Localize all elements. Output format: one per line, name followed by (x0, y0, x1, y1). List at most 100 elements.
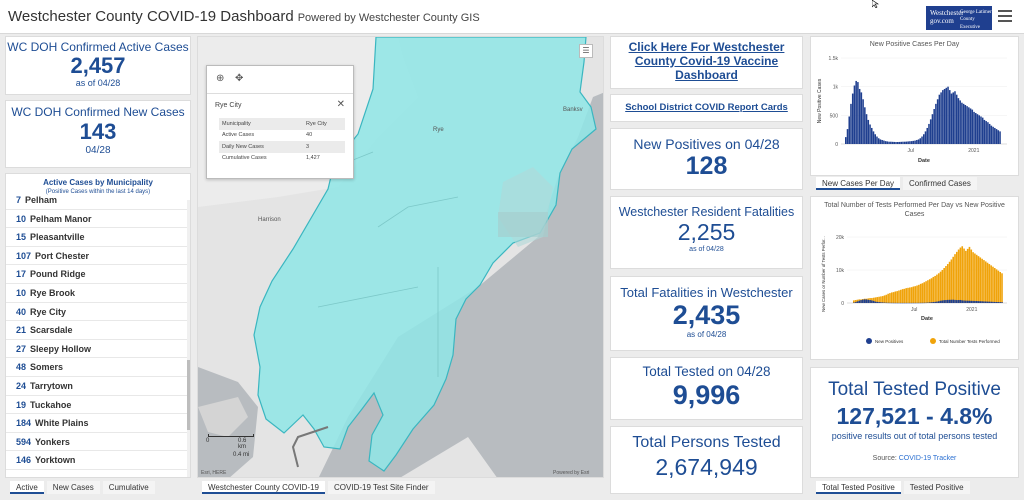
municipality-item[interactable]: 15 Pleasantville (6, 228, 189, 247)
positive-bar (995, 302, 998, 303)
positive-bar (954, 299, 956, 303)
vaccine-dashboard-link[interactable]: Click Here For Westchester County Covid-… (611, 40, 802, 82)
tested-positive-card: Total Tested Positive 127,521 - 4.8% pos… (810, 367, 1019, 478)
bar (928, 123, 930, 144)
test-bar (941, 270, 944, 303)
bar (897, 141, 899, 144)
test-bar (907, 287, 909, 303)
bar (879, 139, 882, 144)
bar (903, 141, 906, 144)
school-report-link[interactable]: School District COVID Report Cards (611, 102, 802, 113)
municipality-count: 17 (16, 269, 27, 280)
bar (893, 141, 896, 144)
chart2-title: Total Number of Tests Performed Per Day … (824, 202, 1005, 218)
test-bar (975, 254, 978, 303)
new-cases-chart[interactable]: 0 500 1k 1.5k Jul 2021 Date New Positive Cases (811, 48, 1020, 174)
tab-confirmed-cases[interactable]: Confirmed Cases (903, 177, 977, 190)
positive-bar (986, 301, 989, 303)
municipality-item[interactable]: 7 Pelham (6, 191, 189, 210)
municipality-item[interactable]: 594 Yonkers (6, 433, 189, 452)
bar (853, 85, 856, 144)
municipality-name: Pound Ridge (30, 269, 86, 280)
popup-key: Municipality (219, 118, 304, 130)
chart1-title: New Positive Cases Per Day (869, 41, 960, 48)
bar (985, 121, 987, 144)
municipality-item[interactable]: 184 White Plains (6, 414, 189, 433)
hamburger-menu-icon[interactable] (998, 10, 1012, 22)
bar (936, 99, 939, 144)
test-bar (948, 261, 951, 303)
positive-bar (869, 300, 871, 303)
tab-tested-positive[interactable]: Tested Positive (903, 481, 970, 494)
positive-bar (1001, 302, 1003, 303)
positive-bar (961, 300, 964, 303)
municipality-list-scrollbar[interactable] (187, 200, 190, 477)
tab-active[interactable]: Active (10, 481, 44, 494)
positive-bar (948, 299, 951, 303)
test-bar (945, 266, 947, 303)
y-tick-label: 1.5k (829, 56, 839, 62)
test-bar (898, 290, 900, 303)
positive-bar (972, 300, 974, 303)
municipality-item[interactable]: 17 Pound Ridge (6, 265, 189, 284)
tests-chart[interactable]: 0 10k 20k Jul 2021 Date New Cases or Number of… (811, 219, 1020, 361)
positive-bar (981, 301, 983, 303)
municipality-item[interactable]: 10 Rye Brook (6, 284, 189, 303)
test-bar (956, 251, 958, 303)
municipality-item[interactable]: 19 Tuckahoe (6, 396, 189, 415)
positive-bar (860, 300, 862, 303)
test-bar (890, 292, 893, 303)
municipality-name: Pelham (25, 195, 58, 205)
map-popup-table: Municipality Rye City Active Cases 40 Dail… (219, 118, 345, 164)
tab-westchester-covid[interactable]: Westchester County COVID-19 (202, 481, 326, 494)
bar (907, 141, 909, 144)
bar (865, 114, 868, 144)
tab-new-cases-per-day[interactable]: New Cases Per Day (816, 177, 901, 190)
bar (990, 125, 993, 144)
map-attribution[interactable]: Esri, HERE (201, 470, 226, 476)
municipality-item[interactable]: 21 Scarsdale (6, 321, 189, 340)
municipality-item[interactable]: 10 Pelham Manor (6, 210, 189, 229)
test-bar (925, 281, 927, 303)
test-bar (937, 273, 940, 303)
tab-total-tested-positive[interactable]: Total Tested Positive (816, 481, 901, 494)
municipality-name: Tarrytown (30, 380, 73, 391)
tab-test-site-finder[interactable]: COVID-19 Test Site Finder (328, 481, 435, 494)
test-bar (892, 292, 895, 303)
positive-bar (990, 301, 992, 303)
new-cases-value: 143 (79, 119, 117, 144)
municipality-item[interactable]: 48 Somers (6, 358, 189, 377)
source-link[interactable]: COVID-19 Tracker (899, 455, 957, 462)
close-icon[interactable]: ✕ (337, 99, 345, 110)
county-logo[interactable]: Westchester gov.com George Latimer Count… (926, 6, 992, 30)
test-bar (883, 295, 886, 303)
new-cases-title: WC DOH Confirmed New Cases (11, 105, 185, 119)
move-icon[interactable]: ✥ (235, 73, 243, 84)
test-bar (970, 249, 973, 303)
zoom-to-icon[interactable]: ⊕ (216, 73, 224, 84)
municipality-name: Yorktown (35, 455, 76, 466)
scrollbar-thumb[interactable] (187, 360, 190, 430)
municipality-item[interactable]: 146 Yorktown (6, 451, 189, 470)
bar (872, 131, 875, 144)
municipality-item[interactable]: 24 Tarrytown (6, 377, 189, 396)
municipality-item[interactable]: 40 Rye City (6, 303, 189, 322)
positive-bar (945, 300, 947, 303)
positive-bar (867, 299, 870, 303)
bar (914, 140, 916, 144)
test-bar (914, 286, 917, 303)
tab-cumulative[interactable]: Cumulative (102, 481, 155, 494)
bar (890, 141, 892, 144)
bar (968, 107, 970, 144)
municipality-item[interactable]: 27 Sleepy Hollow (6, 340, 189, 359)
map-scale-bar: 0 0.6 km 0.4 mi (206, 434, 254, 458)
map-powered-by[interactable]: Powered by Esri (553, 470, 589, 476)
tab-new-cases[interactable]: New Cases (46, 481, 100, 494)
test-bar (972, 252, 974, 303)
header-bar: Westchester County COVID-19 Dashboard Pow… (0, 0, 1024, 34)
municipality-item[interactable]: 107 Port Chester (6, 247, 189, 266)
map-popup: ⊕ ✥ Rye City ✕ Municipality Rye City Acti… (206, 65, 354, 179)
positive-bar (997, 302, 1000, 303)
bar (909, 141, 911, 144)
map-list-icon[interactable]: ☰ (579, 44, 593, 58)
